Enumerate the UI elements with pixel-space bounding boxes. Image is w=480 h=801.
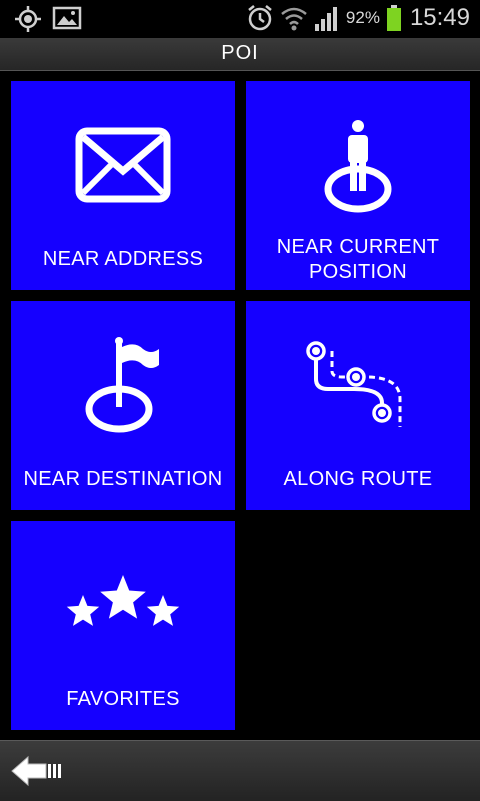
tile-label-line1: NEAR CURRENT [276,236,440,258]
gps-icon [15,6,41,32]
tile-label-line2: POSITION [309,261,407,283]
signal-icon [314,7,337,31]
alarm-icon [248,5,272,31]
tile-near-destination[interactable]: NEAR DESTINATION [11,301,235,510]
envelope-icon [75,127,171,203]
clock: 15:49 [409,4,470,31]
bottom-bar [0,740,480,801]
wifi-icon [281,7,307,31]
title-bar: POI [0,38,480,71]
tile-label: FAVORITES [66,688,180,710]
tile-label: NEAR ADDRESS [42,248,204,270]
battery-percent: 92% [345,8,380,27]
tile-label: ALONG ROUTE [283,468,433,490]
stars-icon [66,575,180,626]
battery-icon [386,5,401,31]
tile-along-route[interactable]: ALONG ROUTE [246,301,470,510]
tile-label: NEAR DESTINATION [23,468,223,490]
image-icon [52,6,82,30]
status-bar: 92% 15:49 [0,0,480,38]
route-icon [306,341,402,427]
tile-favorites[interactable]: FAVORITES [11,521,235,730]
flag-destination-icon [85,337,159,433]
page-title: POI [221,42,259,64]
person-position-icon [324,120,392,213]
tile-near-current-position[interactable]: NEAR CURRENT POSITION [246,81,470,290]
back-arrow-icon[interactable] [10,755,62,787]
tile-near-address[interactable]: NEAR ADDRESS [11,81,235,290]
tile-label: NEAR CURRENT POSITION [246,235,470,285]
